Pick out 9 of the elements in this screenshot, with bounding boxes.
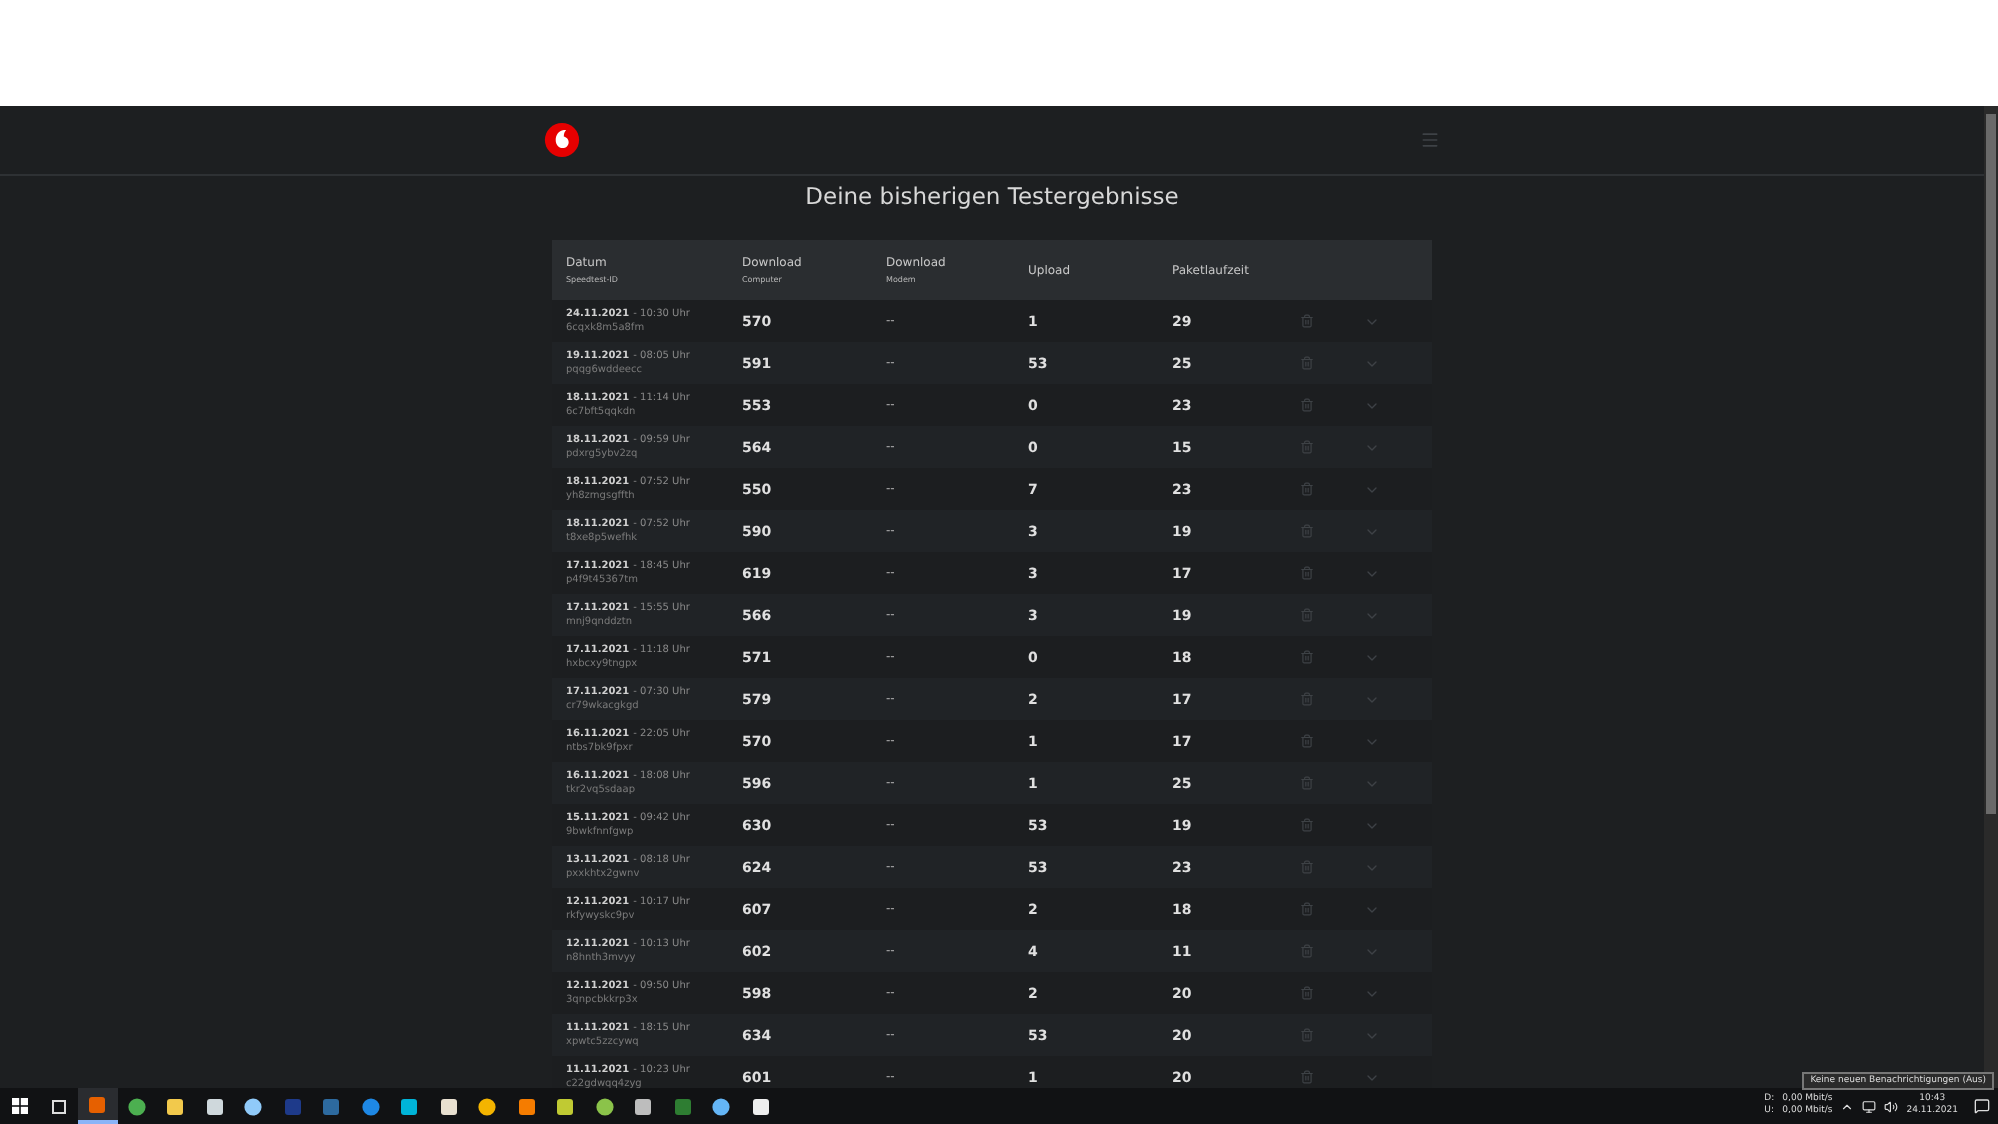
page-title: Deine bisherigen Testergebnisse xyxy=(805,182,1179,210)
monitor-icon[interactable] xyxy=(1862,1099,1877,1113)
app-icon[interactable] xyxy=(78,1088,117,1124)
notification-icon[interactable] xyxy=(1974,1098,1990,1114)
chevron-up-icon[interactable] xyxy=(1840,1099,1855,1113)
menu-icon[interactable] xyxy=(1420,130,1440,150)
logo-icon[interactable] xyxy=(544,122,580,158)
speaker-icon[interactable] xyxy=(1884,1099,1899,1113)
scrollbar[interactable] xyxy=(1984,106,1998,1088)
